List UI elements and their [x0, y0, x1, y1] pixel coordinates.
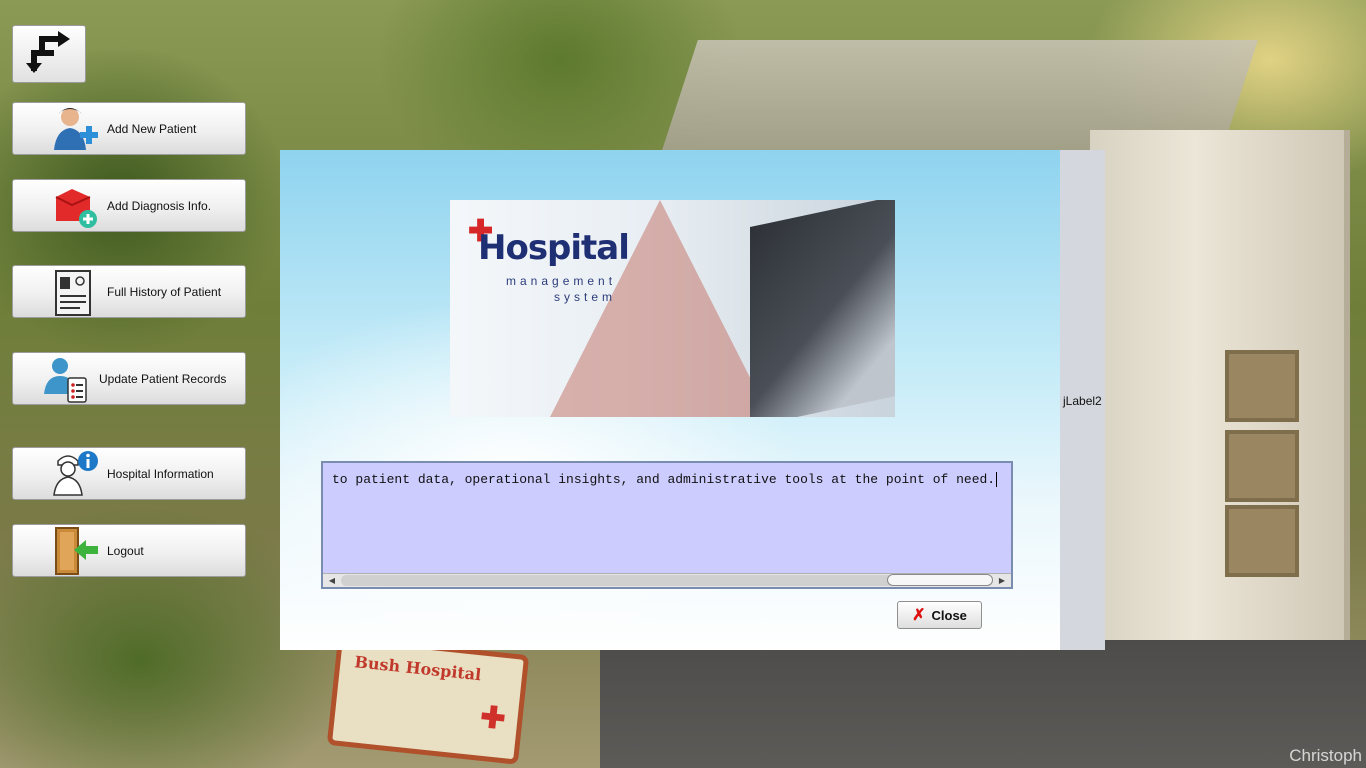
- switch-arrows-icon: [24, 27, 74, 82]
- info-text: to patient data, operational insights, a…: [332, 472, 998, 487]
- add-new-patient-button[interactable]: Add New Patient: [12, 102, 246, 155]
- sidebar-item-label: Logout: [107, 543, 144, 558]
- laptop-stethoscope-image: [750, 200, 895, 417]
- road: [600, 640, 1366, 768]
- add-diagnosis-icon: [47, 181, 103, 231]
- scroll-right-icon[interactable]: ▶: [995, 574, 1009, 587]
- building-window: [1225, 505, 1299, 577]
- watermark: Christoph: [1289, 746, 1362, 765]
- banner-title: Hospital: [478, 228, 630, 268]
- info-text-area[interactable]: to patient data, operational insights, a…: [321, 461, 1013, 589]
- switch-view-button[interactable]: [12, 25, 86, 83]
- logout-button[interactable]: Logout: [12, 524, 246, 577]
- close-button[interactable]: ✗ Close: [897, 601, 982, 629]
- hospital-information-button[interactable]: Hospital Information: [12, 447, 246, 500]
- patient-history-icon: [47, 267, 103, 317]
- hospital-info-dialog: jLabel2 ✚ Hospital management system to …: [280, 150, 1105, 650]
- update-patient-records-button[interactable]: Update Patient Records: [12, 352, 246, 405]
- update-records-icon: [39, 354, 95, 404]
- building-window: [1225, 350, 1299, 422]
- hospital-banner-image: ✚ Hospital management system: [450, 200, 895, 417]
- hospital-info-icon: [47, 449, 103, 499]
- add-diagnosis-info-button[interactable]: Add Diagnosis Info.: [12, 179, 246, 232]
- logout-door-icon: [47, 526, 103, 576]
- sidebar-item-label: Update Patient Records: [99, 371, 227, 386]
- close-label: Close: [931, 607, 967, 623]
- sidebar-item-label: Add Diagnosis Info.: [107, 198, 212, 213]
- sidebar-item-label: Add New Patient: [107, 121, 197, 136]
- full-history-of-patient-button[interactable]: Full History of Patient: [12, 265, 246, 318]
- sign-text: Bush Hospital: [353, 652, 483, 685]
- hospital-sign: Bush Hospital ✚: [326, 635, 530, 765]
- red-cross-icon: ✚: [478, 700, 508, 737]
- building-window: [1225, 430, 1299, 502]
- sidebar-item-label: Hospital Information: [107, 466, 214, 481]
- close-icon: ✗: [912, 607, 926, 624]
- banner-subtitle: management: [506, 274, 617, 288]
- banner-subtitle: system: [554, 290, 617, 304]
- hospital-building: [1090, 130, 1350, 670]
- sidebar-item-label: Full History of Patient: [107, 284, 222, 299]
- side-label: jLabel2: [1063, 394, 1102, 408]
- add-patient-icon: [47, 104, 103, 154]
- scroll-thumb[interactable]: [887, 574, 993, 586]
- scroll-left-icon[interactable]: ◀: [325, 574, 339, 587]
- horizontal-scrollbar[interactable]: ◀ ▶: [323, 573, 1011, 587]
